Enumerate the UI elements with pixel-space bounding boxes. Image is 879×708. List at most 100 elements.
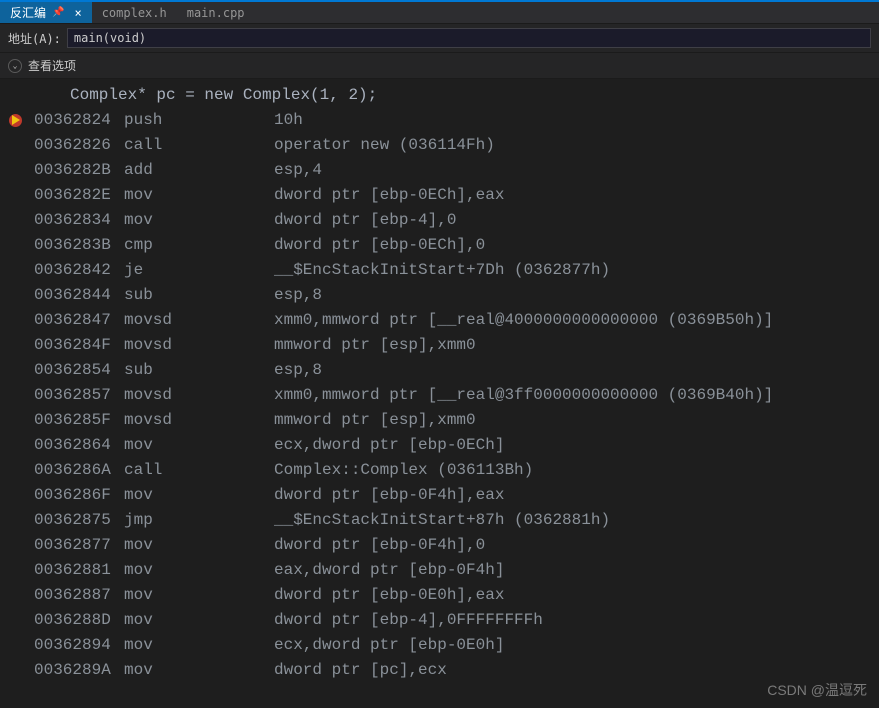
disasm-row[interactable]: 00362824push10h (0, 108, 879, 133)
operands: dword ptr [ebp-0F4h],0 (274, 533, 485, 558)
address: 00362826 (34, 133, 124, 158)
address: 00362824 (34, 108, 124, 133)
address: 0036289A (34, 658, 124, 683)
address-label: 地址(A): (8, 30, 61, 47)
view-options-bar: ⌄ 查看选项 (0, 53, 879, 79)
mnemonic: je (124, 258, 274, 283)
disasm-row[interactable]: 00362877movdword ptr [ebp-0F4h],0 (0, 533, 879, 558)
operands: esp,8 (274, 358, 322, 383)
address: 00362877 (34, 533, 124, 558)
mnemonic: mov (124, 558, 274, 583)
disasm-row[interactable]: 0036285Fmovsdmmword ptr [esp],xmm0 (0, 408, 879, 433)
mnemonic: movsd (124, 308, 274, 333)
mnemonic: movsd (124, 408, 274, 433)
disasm-row[interactable]: 0036282Baddesp,4 (0, 158, 879, 183)
operands: __$EncStackInitStart+7Dh (0362877h) (274, 258, 610, 283)
mnemonic: mov (124, 533, 274, 558)
address: 0036282E (34, 183, 124, 208)
disasm-row[interactable]: 0036289Amovdword ptr [pc],ecx (0, 658, 879, 683)
address: 0036288D (34, 608, 124, 633)
tab-label: main.cpp (187, 6, 245, 20)
disasm-row[interactable]: 00362834movdword ptr [ebp-4],0 (0, 208, 879, 233)
address: 00362894 (34, 633, 124, 658)
address: 00362875 (34, 508, 124, 533)
operands: dword ptr [ebp-0ECh],eax (274, 183, 504, 208)
operands: xmm0,mmword ptr [__real@3ff0000000000000… (274, 383, 773, 408)
disasm-row[interactable]: 0036282Emovdword ptr [ebp-0ECh],eax (0, 183, 879, 208)
tab-label: complex.h (102, 6, 167, 20)
operands: esp,8 (274, 283, 322, 308)
disasm-row[interactable]: 0036283Bcmpdword ptr [ebp-0ECh],0 (0, 233, 879, 258)
address: 0036286A (34, 458, 124, 483)
disasm-row[interactable]: 00362842je__$EncStackInitStart+7Dh (0362… (0, 258, 879, 283)
operands: esp,4 (274, 158, 322, 183)
address: 0036282B (34, 158, 124, 183)
disasm-row[interactable]: 0036284Fmovsdmmword ptr [esp],xmm0 (0, 333, 879, 358)
operands: operator new (036114Fh) (274, 133, 495, 158)
tab-main-cpp[interactable]: main.cpp (177, 2, 255, 23)
address: 00362857 (34, 383, 124, 408)
disasm-row[interactable]: 00362826calloperator new (036114Fh) (0, 133, 879, 158)
mnemonic: mov (124, 633, 274, 658)
disasm-row[interactable]: 0036286Fmovdword ptr [ebp-0F4h],eax (0, 483, 879, 508)
view-options-label[interactable]: 查看选项 (28, 57, 76, 74)
operands: mmword ptr [esp],xmm0 (274, 408, 476, 433)
operands: 10h (274, 108, 303, 133)
operands: dword ptr [pc],ecx (274, 658, 447, 683)
address: 0036285F (34, 408, 124, 433)
breakpoint-current-icon[interactable] (9, 113, 25, 129)
mnemonic: mov (124, 483, 274, 508)
mnemonic: sub (124, 283, 274, 308)
operands: dword ptr [ebp-4],0 (274, 208, 456, 233)
mnemonic: mov (124, 608, 274, 633)
mnemonic: call (124, 458, 274, 483)
disasm-row[interactable]: 00362887movdword ptr [ebp-0E0h],eax (0, 583, 879, 608)
source-line: Complex* pc = new Complex(1, 2); (0, 83, 879, 108)
operands: __$EncStackInitStart+87h (0362881h) (274, 508, 610, 533)
address: 00362864 (34, 433, 124, 458)
watermark: CSDN @温逗死 (767, 680, 867, 700)
tab-disassembly[interactable]: 反汇编 📌 × (0, 2, 92, 23)
disasm-row[interactable]: 00362875jmp__$EncStackInitStart+87h (036… (0, 508, 879, 533)
chevron-down-icon[interactable]: ⌄ (8, 59, 22, 73)
mnemonic: movsd (124, 383, 274, 408)
address: 00362842 (34, 258, 124, 283)
operands: Complex::Complex (036113Bh) (274, 458, 533, 483)
mnemonic: cmp (124, 233, 274, 258)
operands: ecx,dword ptr [ebp-0ECh] (274, 433, 504, 458)
operands: mmword ptr [esp],xmm0 (274, 333, 476, 358)
mnemonic: jmp (124, 508, 274, 533)
disasm-row[interactable]: 00362847movsdxmm0,mmword ptr [__real@400… (0, 308, 879, 333)
mnemonic: mov (124, 583, 274, 608)
disasm-row[interactable]: 0036286AcallComplex::Complex (036113Bh) (0, 458, 879, 483)
operands: dword ptr [ebp-4],0FFFFFFFFh (274, 608, 543, 633)
operands: xmm0,mmword ptr [__real@4000000000000000… (274, 308, 773, 333)
address: 00362844 (34, 283, 124, 308)
tab-bar: 反汇编 📌 × complex.h main.cpp (0, 0, 879, 24)
operands: dword ptr [ebp-0E0h],eax (274, 583, 504, 608)
disasm-row[interactable]: 00362864movecx,dword ptr [ebp-0ECh] (0, 433, 879, 458)
disasm-row[interactable]: 00362844subesp,8 (0, 283, 879, 308)
address-input[interactable] (67, 28, 871, 48)
mnemonic: mov (124, 208, 274, 233)
disassembly-pane[interactable]: Complex* pc = new Complex(1, 2); 0036282… (0, 79, 879, 687)
disasm-row[interactable]: 00362857movsdxmm0,mmword ptr [__real@3ff… (0, 383, 879, 408)
disasm-row[interactable]: 0036288Dmovdword ptr [ebp-4],0FFFFFFFFh (0, 608, 879, 633)
operands: eax,dword ptr [ebp-0F4h] (274, 558, 504, 583)
tab-label: 反汇编 (10, 4, 46, 21)
mnemonic: sub (124, 358, 274, 383)
close-icon[interactable]: × (74, 6, 81, 20)
disasm-row[interactable]: 00362894movecx,dword ptr [ebp-0E0h] (0, 633, 879, 658)
disasm-row[interactable]: 00362854subesp,8 (0, 358, 879, 383)
mnemonic: mov (124, 433, 274, 458)
disasm-row[interactable]: 00362881moveax,dword ptr [ebp-0F4h] (0, 558, 879, 583)
operands: dword ptr [ebp-0F4h],eax (274, 483, 504, 508)
address: 0036283B (34, 233, 124, 258)
gutter[interactable] (0, 113, 34, 129)
address: 00362887 (34, 583, 124, 608)
tab-complex-h[interactable]: complex.h (92, 2, 177, 23)
pin-icon[interactable]: 📌 (52, 7, 64, 18)
mnemonic: call (124, 133, 274, 158)
address: 00362854 (34, 358, 124, 383)
operands: ecx,dword ptr [ebp-0E0h] (274, 633, 504, 658)
